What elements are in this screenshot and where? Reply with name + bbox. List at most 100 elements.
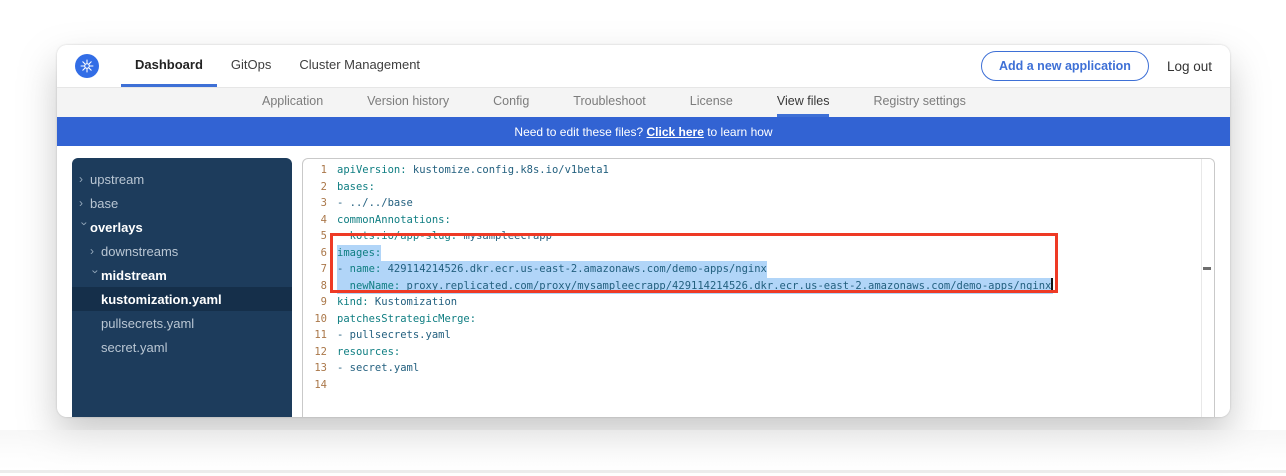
app-tabs-bar: Application Version history Config Troubles… [57,87,1230,117]
token-plain [337,280,350,292]
token-key: patchesStrategicMerge: [337,313,476,325]
tab-version-history[interactable]: Version history [367,88,449,117]
token-plain [337,230,350,242]
code-text: patchesStrategicMerge: [337,311,476,328]
page-bottom-edge [0,470,1286,473]
editor-scrollbar[interactable] [1201,159,1214,417]
tree-item-label: overlays [90,220,143,235]
code-line-1[interactable]: 1apiVersion: kustomize.config.k8s.io/v1b… [303,162,1201,179]
topnav-item-dashboard[interactable]: Dashboard [121,45,217,87]
code-text: images: [337,245,381,262]
code-text: resources: [337,344,400,361]
line-number: 6 [303,245,327,262]
edit-files-banner: Need to edit these files? Click here to … [57,117,1230,146]
code-text: apiVersion: kustomize.config.k8s.io/v1be… [337,162,609,179]
topnav-items: DashboardGitOpsCluster Management [121,45,434,87]
token-key: kots.io/app-slug: [350,230,457,242]
code-line-4[interactable]: 4commonAnnotations: [303,212,1201,229]
token-val: - [337,263,350,275]
tree-item-pullsecrets-yaml[interactable]: pullsecrets.yaml [72,311,292,335]
tree-item-upstream[interactable]: ›upstream [72,167,292,191]
kubernetes-logo-icon [75,54,99,78]
tree-item-kustomization-yaml[interactable]: kustomization.yaml [72,287,292,311]
token-key: name: [350,263,382,275]
code-text: - pullsecrets.yaml [337,327,451,344]
tree-item-label: downstreams [101,244,178,259]
tree-item-label: secret.yaml [101,340,167,355]
token-key: resources: [337,346,400,358]
code-text: - secret.yaml [337,360,419,377]
token-val: mysampleecrapp [457,230,552,242]
page-bottom-shadow [0,430,1286,470]
file-tree-sidebar: ›upstream›base›overlays›downstreams›mids… [72,158,292,417]
chevron-right-icon: › [79,197,90,209]
code-text: bases: [337,179,375,196]
code-line-6[interactable]: 6 images: [303,245,1201,262]
line-number: 14 [303,377,327,394]
code-line-3[interactable]: 3 - ../../base [303,195,1201,212]
yaml-editor[interactable]: 1apiVersion: kustomize.config.k8s.io/v1b… [302,158,1215,417]
tab-license[interactable]: License [690,88,733,117]
token-key: bases: [337,181,375,193]
line-number: 12 [303,344,327,361]
code-line-9[interactable]: 9 kind: Kustomization [303,294,1201,311]
line-number: 3 [303,195,327,212]
add-new-application-button[interactable]: Add a new application [981,51,1149,81]
token-val: kustomize.config.k8s.io/v1beta1 [407,164,609,176]
line-number: 9 [303,294,327,311]
line-number: 2 [303,179,327,196]
banner-text-before: Need to edit these files? [514,125,646,139]
token-key: kind: [337,296,369,308]
chevron-down-icon: › [79,222,91,233]
logout-link[interactable]: Log out [1167,59,1212,74]
token-key: newName: [350,280,401,292]
tree-item-label: base [90,196,118,211]
topnav-item-gitops[interactable]: GitOps [217,45,285,87]
chevron-right-icon: › [90,245,101,257]
code-text: kots.io/app-slug: mysampleecrapp [337,228,552,245]
code-line-8[interactable]: 8 newName: proxy.replicated.com/proxy/my… [303,278,1201,295]
tree-item-label: kustomization.yaml [101,292,222,307]
scrollbar-marker-icon [1203,267,1211,270]
line-number: 13 [303,360,327,377]
tree-item-label: pullsecrets.yaml [101,316,194,331]
tree-item-base[interactable]: ›base [72,191,292,215]
line-number: 5 [303,228,327,245]
tree-item-midstream[interactable]: ›midstream [72,263,292,287]
code-line-12[interactable]: 12 resources: [303,344,1201,361]
tab-view-files[interactable]: View files [777,88,830,117]
tab-troubleshoot[interactable]: Troubleshoot [573,88,646,117]
tree-item-secret-yaml[interactable]: secret.yaml [72,335,292,359]
tab-application[interactable]: Application [262,88,323,117]
line-number: 11 [303,327,327,344]
code-line-5[interactable]: 5 kots.io/app-slug: mysampleecrapp [303,228,1201,245]
token-val: Kustomization [369,296,458,308]
code-line-10[interactable]: 10 patchesStrategicMerge: [303,311,1201,328]
tab-registry-settings[interactable]: Registry settings [873,88,965,117]
code-line-13[interactable]: 13 - secret.yaml [303,360,1201,377]
tree-item-downstreams[interactable]: ›downstreams [72,239,292,263]
line-number: 10 [303,311,327,328]
token-val: - pullsecrets.yaml [337,329,451,341]
code-line-7[interactable]: 7- name: 429114214526.dkr.ecr.us-east-2.… [303,261,1201,278]
token-val: - ../../base [337,197,413,209]
token-key: commonAnnotations: [337,214,451,226]
token-val: proxy.replicated.com/proxy/mysampleecrap… [400,280,1051,292]
tree-item-overlays[interactable]: ›overlays [72,215,292,239]
click-here-link[interactable]: Click here [647,125,704,139]
code-area: 1apiVersion: kustomize.config.k8s.io/v1b… [303,162,1201,393]
tab-config[interactable]: Config [493,88,529,117]
code-line-11[interactable]: 11 - pullsecrets.yaml [303,327,1201,344]
code-text: - ../../base [337,195,413,212]
top-nav: DashboardGitOpsCluster Management Add a … [57,45,1230,87]
chevron-right-icon: › [79,173,90,185]
line-number: 8 [303,278,327,295]
code-line-14[interactable]: 14 [303,377,1201,394]
tree-item-label: midstream [101,268,167,283]
topnav-item-cluster-management[interactable]: Cluster Management [285,45,434,87]
chevron-down-icon: › [90,270,102,281]
code-line-2[interactable]: 2 bases: [303,179,1201,196]
topnav-actions: Add a new application Log out [981,45,1212,87]
token-key: apiVersion: [337,164,407,176]
tree-item-label: upstream [90,172,144,187]
